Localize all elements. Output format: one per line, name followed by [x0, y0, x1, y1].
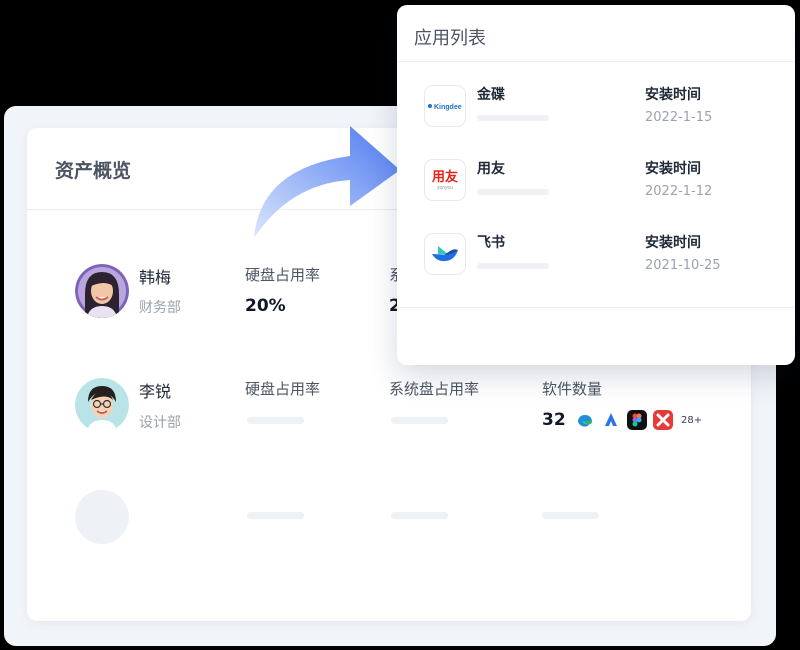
- software-count-label: 软件数量: [542, 380, 603, 398]
- software-more-count[interactable]: 28+: [681, 415, 702, 426]
- skeleton-placeholder: [247, 417, 304, 424]
- system-disk-usage-label: 系统盘占用率: [389, 380, 480, 398]
- kingdee-logo-icon: Kingdee: [424, 85, 466, 127]
- curved-arrow-icon: [254, 126, 400, 238]
- software-count-value: 32: [542, 410, 566, 430]
- yonyou-logo-text: 用友: [431, 169, 458, 185]
- avatar-user-1[interactable]: [75, 264, 129, 318]
- disk-usage-label: 硬盘占用率: [245, 380, 321, 398]
- arrow-app-icon[interactable]: [601, 410, 621, 430]
- app-name: 金碟: [477, 87, 505, 103]
- yonyou-logo-icon: 用友 yonyou: [424, 159, 466, 201]
- skeleton-placeholder: [391, 512, 448, 519]
- app-list-panel: 应用列表 Kingdee 金碟 安装时间 2022-1-15 用友 yonyou…: [397, 5, 795, 365]
- asset-overview-title: 资产概览: [55, 160, 132, 182]
- install-time-label: 安装时间: [645, 87, 701, 103]
- yonyou-logo-subtext: yonyou: [437, 185, 453, 191]
- xmind-icon[interactable]: [653, 410, 673, 430]
- install-time-label: 安装时间: [645, 235, 701, 251]
- user-name: 李锐: [139, 382, 172, 401]
- app-list-item[interactable]: 飞书 安装时间 2021-10-25: [397, 233, 795, 293]
- app-list-item[interactable]: Kingdee 金碟 安装时间 2022-1-15: [397, 85, 795, 145]
- edge-icon[interactable]: [575, 410, 595, 430]
- skeleton-placeholder: [391, 417, 448, 424]
- disk-usage-value: 20%: [245, 296, 286, 316]
- software-icons: 28+: [575, 409, 702, 431]
- app-list-item[interactable]: 用友 yonyou 用友 安装时间 2022-1-12: [397, 159, 795, 219]
- user-department: 财务部: [139, 300, 181, 316]
- skeleton-placeholder: [477, 263, 549, 269]
- avatar-man-icon: [75, 378, 129, 432]
- install-date: 2022-1-15: [645, 110, 713, 125]
- skeleton-placeholder: [477, 189, 549, 195]
- figma-icon[interactable]: [627, 410, 647, 430]
- skeleton-placeholder: [247, 512, 304, 519]
- app-name: 用友: [477, 161, 505, 177]
- install-date: 2021-10-25: [645, 258, 721, 273]
- app-name: 飞书: [477, 235, 505, 251]
- skeleton-placeholder: [542, 512, 599, 519]
- install-time-label: 安装时间: [645, 161, 701, 177]
- install-date: 2022-1-12: [645, 184, 713, 199]
- user-department: 设计部: [139, 415, 181, 431]
- divider: [397, 61, 795, 62]
- app-list-title: 应用列表: [414, 28, 486, 49]
- user-name: 韩梅: [139, 268, 172, 287]
- avatar-woman-icon: [75, 264, 129, 318]
- divider: [397, 307, 795, 308]
- avatar-user-2[interactable]: [75, 378, 129, 432]
- disk-usage-label: 硬盘占用率: [245, 266, 321, 284]
- kingdee-logo-text: Kingdee: [434, 104, 462, 111]
- avatar-placeholder: [75, 490, 129, 544]
- skeleton-placeholder: [477, 115, 549, 121]
- feishu-logo-icon: [424, 233, 466, 275]
